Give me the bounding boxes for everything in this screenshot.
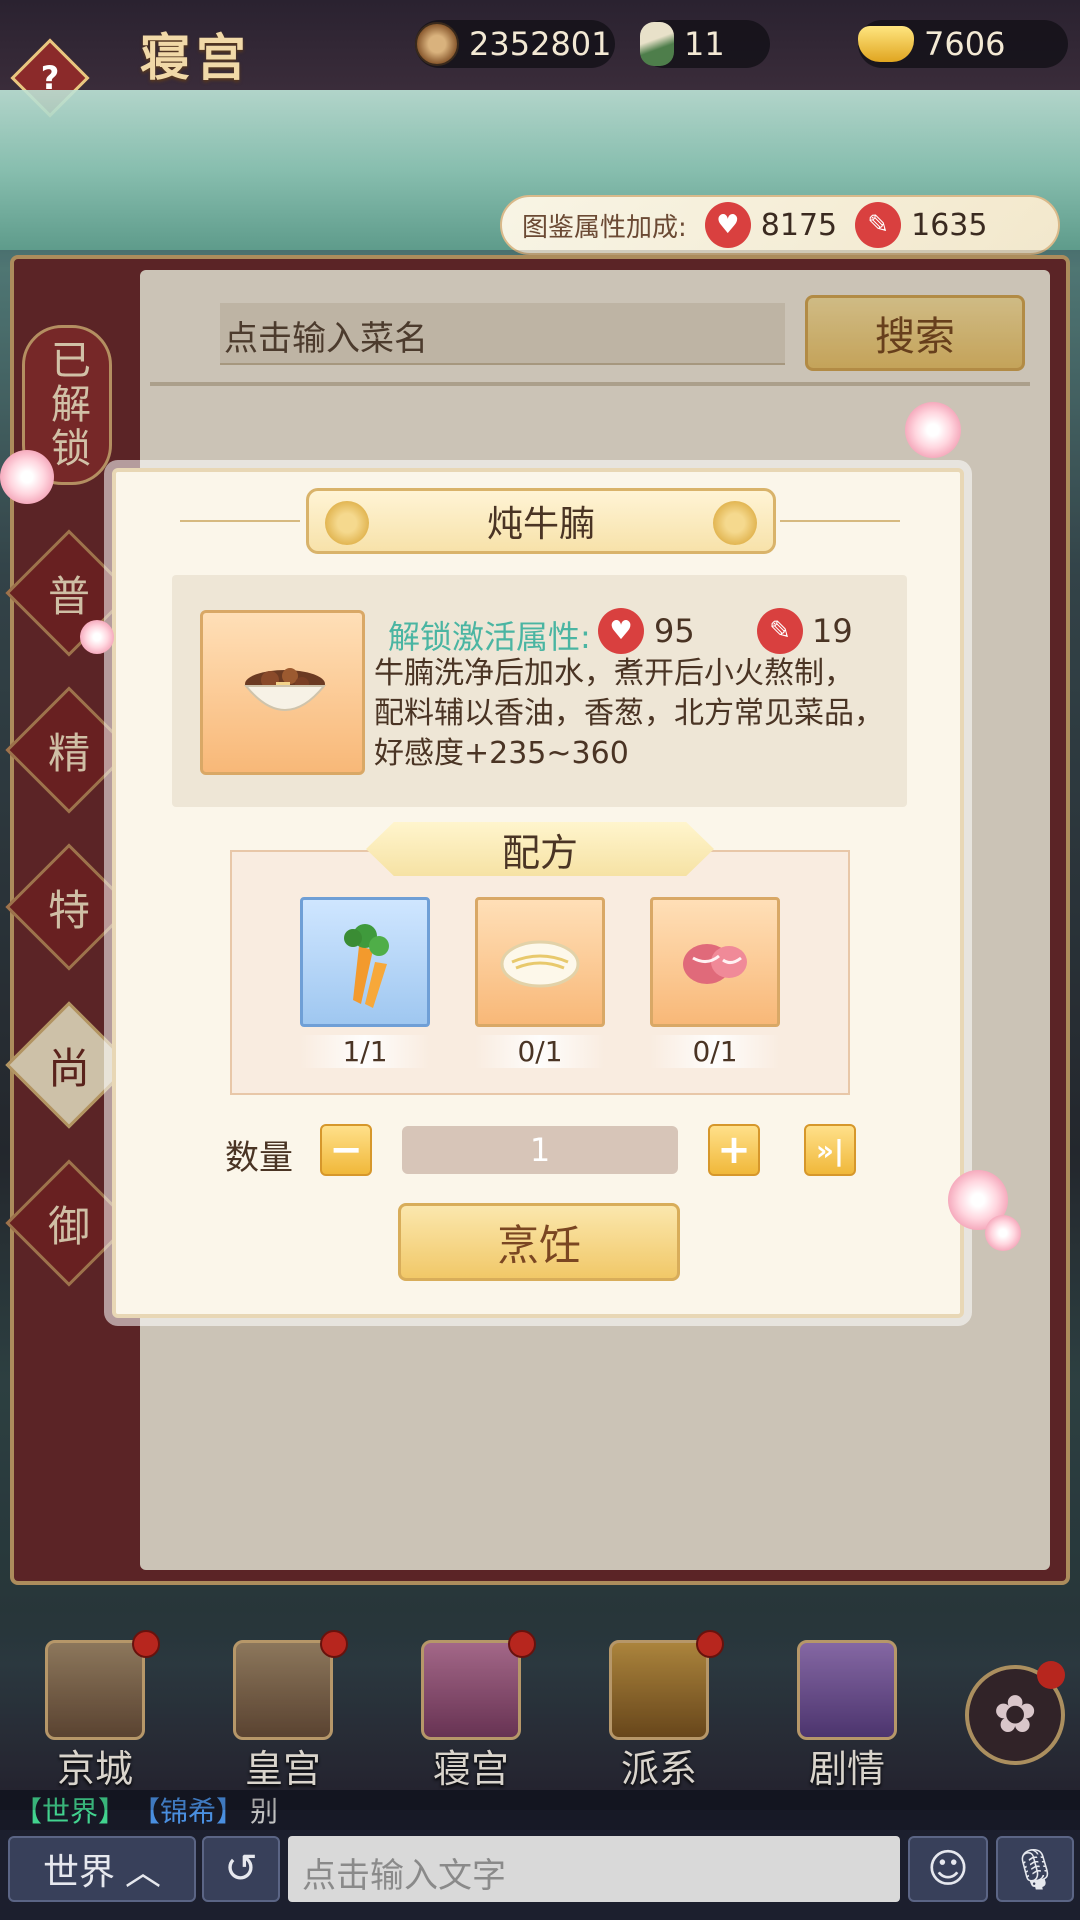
album-charm-value: 8175 — [760, 207, 838, 243]
carrot-icon — [344, 924, 389, 1008]
coins-value: 2352801 — [469, 25, 612, 63]
dialog-title-banner: 炖牛腩 — [306, 488, 776, 554]
flower-ornament-icon — [325, 501, 369, 545]
ingredient-count: 1/1 — [300, 1035, 430, 1068]
coin-icon — [415, 22, 459, 66]
brush-icon: ✎ — [757, 608, 803, 654]
album-talent-value: 1635 — [911, 207, 988, 243]
talent-value: 19 — [812, 612, 853, 650]
ingredient-count: 0/1 — [475, 1035, 605, 1068]
unlock-attr-label: 解锁激活属性: — [388, 618, 591, 656]
ingredient-count: 0/1 — [650, 1035, 780, 1068]
ingredient-slot-carrot[interactable] — [300, 897, 430, 1027]
quantity-max-button[interactable]: »| — [804, 1124, 856, 1176]
channel-select-button[interactable]: 世界 ︿ — [8, 1836, 196, 1902]
album-bonus-label: 图鉴属性加成: — [522, 212, 687, 243]
heart-icon: ♥ — [598, 608, 644, 654]
quantity-label: 数量 — [225, 1138, 293, 1178]
desc-line: 牛腩洗净后加水，煮开后小火熬制， — [374, 656, 854, 691]
potions-value: 11 — [684, 25, 725, 63]
blossom-decoration-icon — [0, 450, 54, 504]
title-ornament-right — [780, 520, 900, 522]
album-bonus-bar: 图鉴属性加成: ♥ 8175 ✎ 1635 — [500, 195, 1060, 255]
title-ornament-left — [180, 520, 300, 522]
microphone-icon: 🎙 — [1009, 1846, 1061, 1893]
noodles-icon — [500, 940, 580, 988]
meat-icon — [683, 944, 747, 984]
smiley-icon: ☺ — [927, 1846, 969, 1892]
potion-icon — [640, 22, 674, 66]
gold-counter[interactable]: 7606 — [858, 20, 1068, 68]
heart-icon: ♥ — [704, 202, 751, 248]
coins-counter[interactable]: 2352801 — [415, 20, 615, 68]
flower-ornament-icon — [713, 501, 757, 545]
chevron-up-icon: ︿ — [125, 1852, 162, 1893]
history-icon: ↺ — [224, 1846, 258, 1892]
chat-input[interactable]: 点击输入文字 — [288, 1836, 900, 1902]
quantity-plus-button[interactable]: + — [708, 1124, 760, 1176]
blossom-decoration-icon — [905, 402, 961, 458]
brush-icon: ✎ — [855, 202, 902, 248]
emoji-button[interactable]: ☺ — [908, 1836, 988, 1902]
history-button[interactable]: ↺ — [202, 1836, 280, 1902]
desc-line: 好感度+235~360 — [374, 736, 629, 771]
dish-title: 炖牛腩 — [486, 504, 595, 545]
blossom-decoration-icon — [985, 1215, 1021, 1251]
blossom-decoration-icon — [80, 620, 114, 654]
desc-line: 配料辅以香油，香葱，北方常见菜品， — [374, 696, 884, 731]
quantity-minus-button[interactable]: − — [320, 1124, 372, 1176]
potion-counter[interactable]: 11 — [640, 20, 770, 68]
charm-value: 95 — [654, 612, 695, 650]
channel-label: 世界 — [42, 1852, 115, 1893]
ingredient-slot-noodles[interactable] — [475, 897, 605, 1027]
recipe-title: 配方 — [366, 822, 714, 876]
voice-button[interactable]: 🎙 — [996, 1836, 1074, 1902]
scene-title: 寝宫 — [140, 28, 252, 87]
ingredient-slot-meat[interactable] — [650, 897, 780, 1027]
stewed-beef-icon — [243, 668, 327, 711]
gold-value: 7606 — [924, 25, 1006, 63]
gold-ingot-icon — [858, 26, 914, 62]
dish-description: 牛腩洗净后加水，煮开后小火熬制， 配料辅以香油，香葱，北方常见菜品， 好感度+2… — [374, 654, 894, 774]
cook-button[interactable]: 烹饪 — [398, 1203, 680, 1281]
quantity-field[interactable]: 1 — [402, 1126, 678, 1174]
